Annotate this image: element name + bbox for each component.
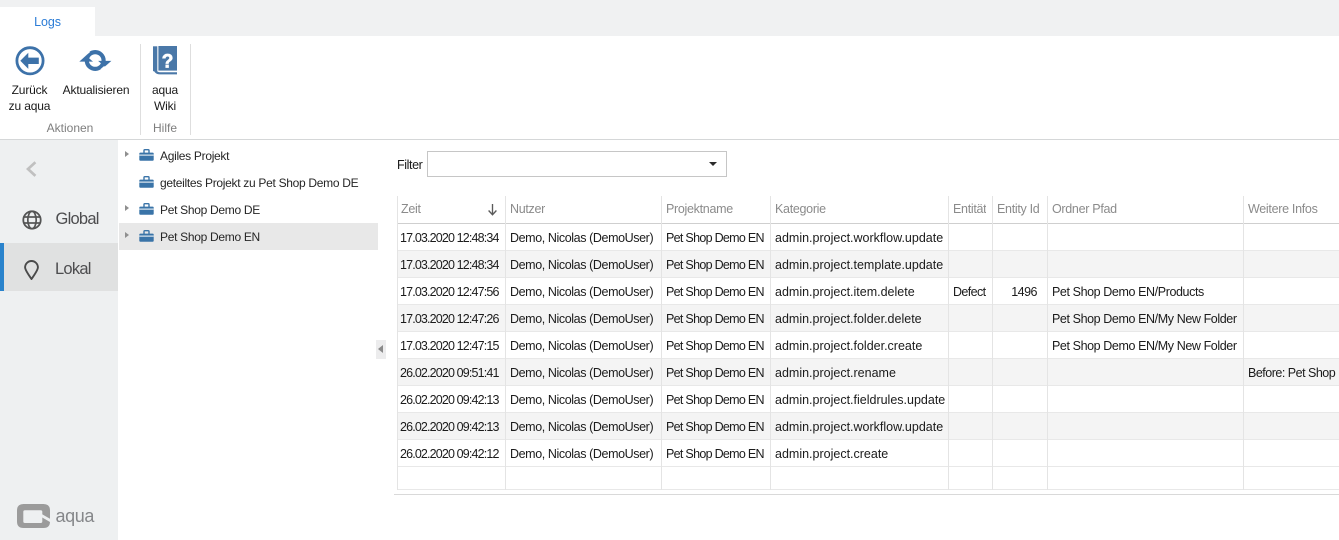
svg-text:?: ? (162, 52, 174, 73)
